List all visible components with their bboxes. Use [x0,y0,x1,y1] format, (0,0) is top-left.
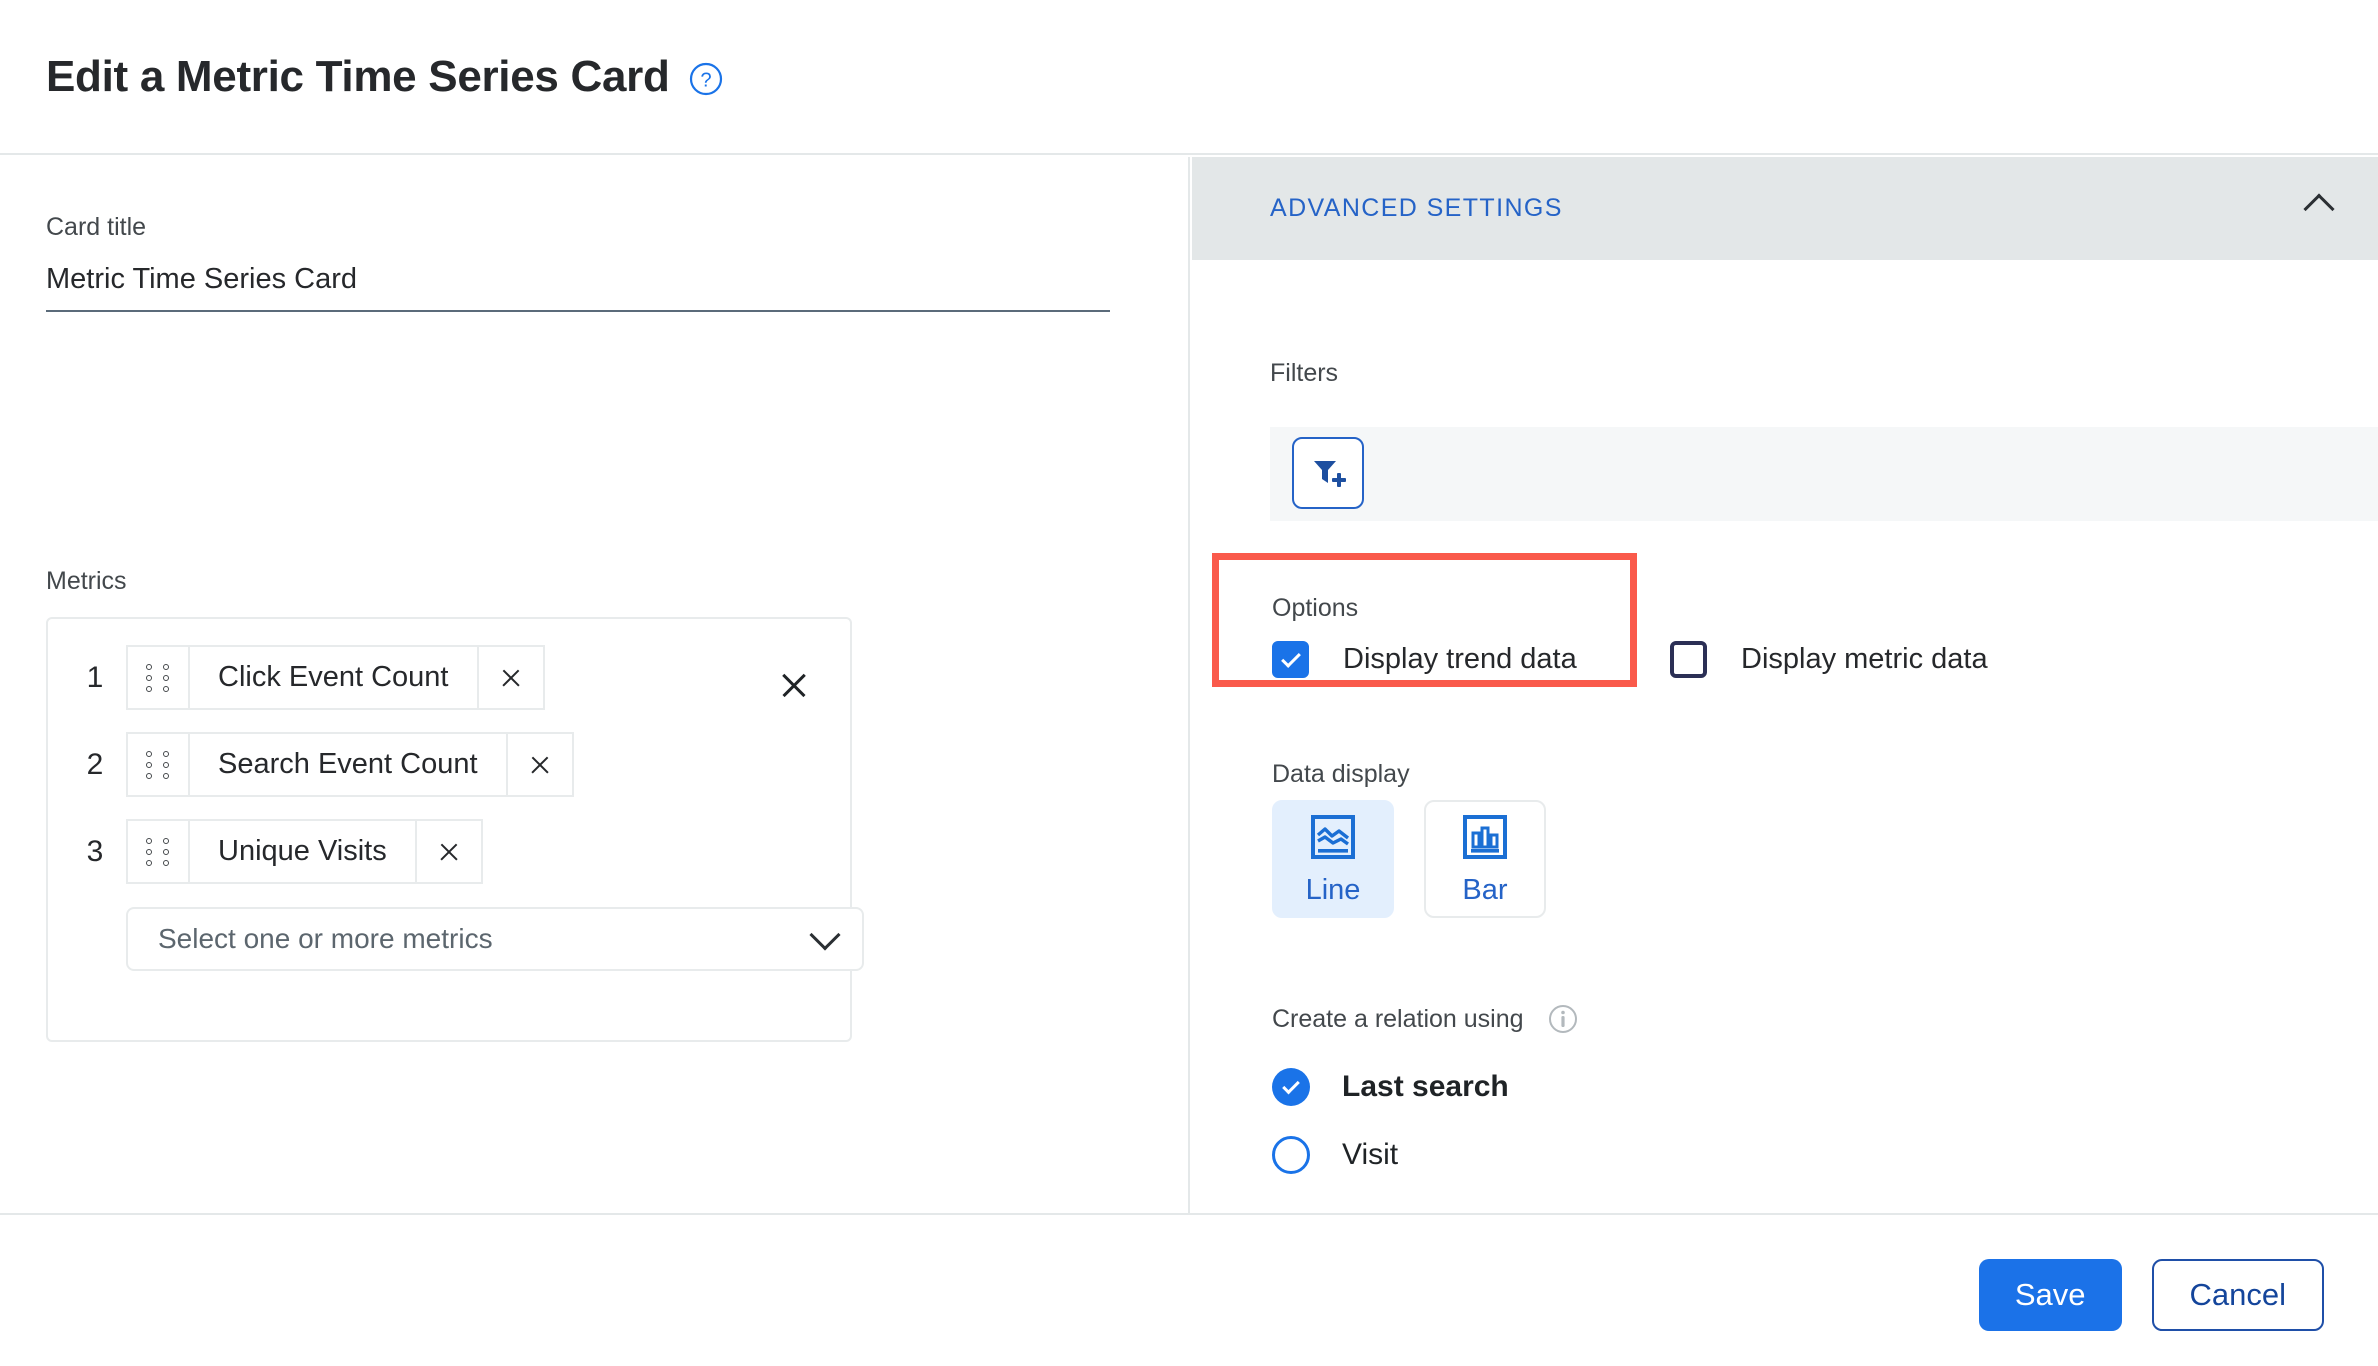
cancel-button[interactable]: Cancel [2151,1259,2324,1331]
page-title: Edit a Metric Time Series Card [46,51,670,101]
advanced-settings-header[interactable]: ADVANCED SETTINGS [1192,157,2378,260]
checkbox-label: Display trend data [1343,643,1577,675]
radio-visit[interactable]: Visit [1272,1136,1398,1174]
metric-index: 3 [86,834,104,868]
checkbox-label: Display metric data [1741,643,1988,675]
filter-add-icon[interactable] [1292,437,1364,509]
data-display-option-bar[interactable]: Bar [1424,800,1546,918]
metric-name: Click Event Count [218,661,449,693]
close-icon[interactable] [414,821,481,882]
metric-name: Search Event Count [218,748,478,780]
data-display-label: Data display [1272,760,1410,788]
dialog-footer: Save Cancel [0,1213,2378,1366]
relation-label-row: Create a relation using [1272,1004,1578,1034]
radio-label: Visit [1342,1138,1399,1171]
metrics-label: Metrics [46,567,127,595]
metric-row: 2 Search Event Count [80,732,574,797]
filters-strip [1270,427,2378,521]
data-display-option-label: Bar [1462,874,1508,906]
radio-last-search[interactable]: Last search [1272,1068,1509,1106]
drag-handle-icon[interactable] [128,734,190,795]
header-title-row: Edit a Metric Time Series Card ? [46,51,723,101]
metric-chip[interactable]: Search Event Count [126,732,574,797]
data-display-options: Line Bar [1272,800,1546,918]
remove-metric-row-button[interactable] [772,663,816,707]
metrics-select[interactable]: Select one or more metrics [126,907,864,971]
edit-metric-time-series-card-dialog: Edit a Metric Time Series Card ? Card ti… [0,0,2378,1366]
footer-actions: Save Cancel [1978,1259,2324,1331]
svg-text:?: ? [700,69,711,91]
line-chart-icon [1307,811,1359,868]
metric-index: 1 [86,660,104,694]
metric-name: Unique Visits [218,835,387,867]
checkbox-display-metric-data[interactable]: Display metric data [1670,641,1988,678]
checkbox-checked-icon [1272,641,1309,678]
radio-label: Last search [1342,1070,1509,1103]
filters-label: Filters [1270,359,1339,387]
metric-chip[interactable]: Click Event Count [126,645,545,710]
data-display-option-label: Line [1305,874,1361,906]
card-title-input[interactable]: Metric Time Series Card [46,263,1110,310]
chevron-down-icon [809,919,841,951]
close-icon[interactable] [476,647,543,708]
metric-row: 1 Click Event Count [80,645,545,710]
advanced-settings-label: ADVANCED SETTINGS [1270,194,1563,222]
metric-index: 2 [86,747,104,781]
card-title-field[interactable]: Card title Metric Time Series Card [46,213,1110,312]
checkbox-display-trend-data[interactable]: Display trend data [1272,641,1577,678]
bar-chart-icon [1459,811,1511,868]
metrics-select-placeholder: Select one or more metrics [158,923,493,954]
chevron-up-icon[interactable] [2303,192,2335,225]
metric-row: 3 Unique Visits [80,819,483,884]
card-title-underline [46,310,1110,312]
drag-handle-icon[interactable] [128,647,190,708]
radio-unselected-icon [1272,1136,1310,1174]
card-title-label: Card title [46,213,147,241]
dialog-header: Edit a Metric Time Series Card ? [0,0,2378,155]
right-panel: ADVANCED SETTINGS Filters [1192,157,2378,1213]
options-label: Options [1272,594,1359,622]
save-button[interactable]: Save [1978,1259,2122,1331]
metric-chip[interactable]: Unique Visits [126,819,483,884]
data-display-option-line[interactable]: Line [1272,800,1394,918]
checkbox-unchecked-icon [1670,641,1707,678]
metrics-list-container: 1 Click Event Count 2 Search Event Count [46,617,864,1042]
close-icon[interactable] [505,734,572,795]
relation-label: Create a relation using [1272,1004,1524,1033]
info-icon[interactable] [1548,1004,1578,1034]
help-circle-icon[interactable]: ? [689,62,723,96]
drag-handle-icon[interactable] [128,821,190,882]
left-panel: Card title Metric Time Series Card Metri… [0,157,1190,1213]
radio-selected-icon [1272,1068,1310,1106]
